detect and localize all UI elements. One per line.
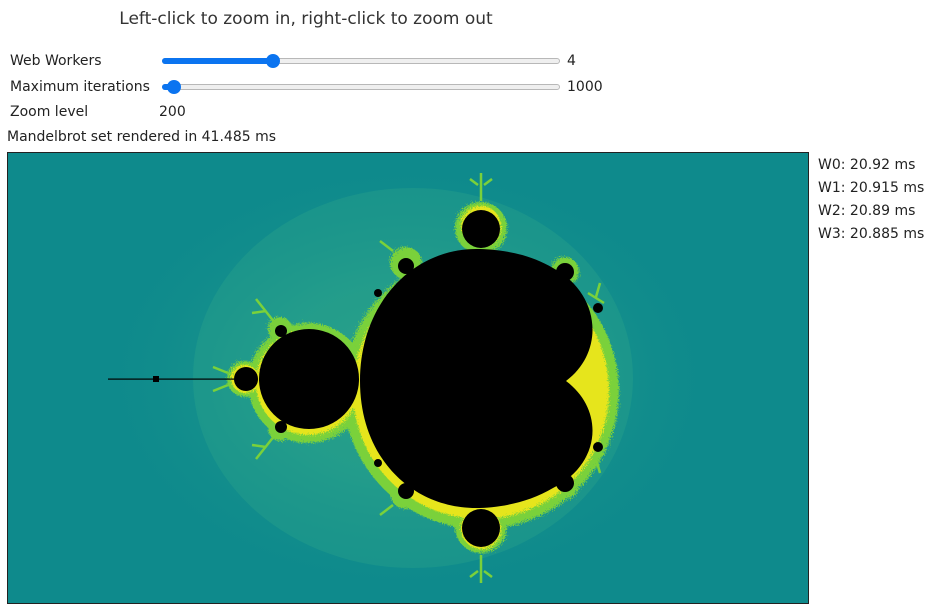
mandelbrot-canvas[interactable] xyxy=(7,152,809,604)
max-iterations-control: Maximum iterations 1000 xyxy=(10,76,603,98)
web-workers-control: Web Workers 4 xyxy=(10,50,576,72)
worker-timings-list: W0: 20.92 ms W1: 20.915 ms W2: 20.89 ms … xyxy=(818,154,942,246)
worker-timing: W0: 20.92 ms xyxy=(818,157,916,173)
max-iterations-label: Maximum iterations xyxy=(10,79,150,95)
web-workers-slider-thumb[interactable] xyxy=(266,54,281,68)
zoom-level-control: Zoom level 200 xyxy=(10,101,186,123)
web-workers-label: Web Workers xyxy=(10,53,102,69)
max-iterations-slider[interactable] xyxy=(162,80,560,94)
max-iterations-slider-thumb[interactable] xyxy=(166,80,181,94)
worker-timing: W2: 20.89 ms xyxy=(818,203,916,219)
web-workers-value: 4 xyxy=(567,53,576,69)
web-workers-slider[interactable] xyxy=(162,54,560,68)
instructions-heading: Left-click to zoom in, right-click to zo… xyxy=(119,9,493,29)
web-workers-slider-fill xyxy=(162,58,274,64)
zoom-level-label: Zoom level xyxy=(10,104,89,120)
render-time-status: Mandelbrot set rendered in 41.485 ms xyxy=(7,129,277,145)
max-iterations-value: 1000 xyxy=(567,79,603,95)
worker-timing: W1: 20.915 ms xyxy=(818,180,925,196)
worker-timing: W3: 20.885 ms xyxy=(818,226,925,242)
mandelbrot-render xyxy=(8,153,808,603)
max-iterations-slider-track xyxy=(162,84,560,90)
zoom-level-value: 200 xyxy=(159,104,186,120)
